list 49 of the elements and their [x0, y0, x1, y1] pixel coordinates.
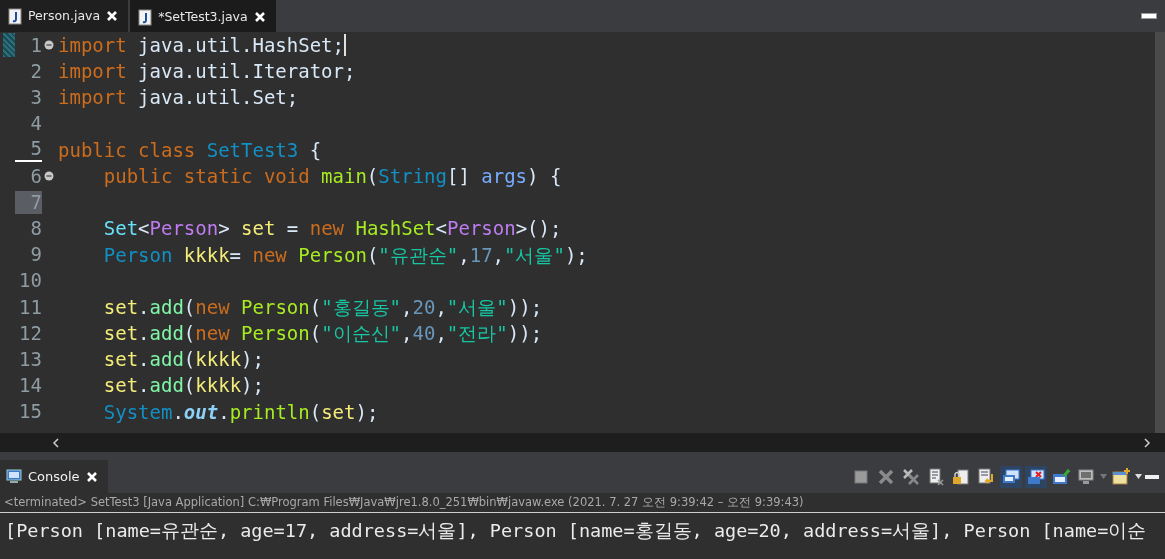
editor-tab[interactable]: *SetTest3.java — [130, 0, 276, 32]
code-line: set.add(kkkk); — [102, 373, 264, 399]
monitor-icon — [6, 469, 22, 484]
line-number: 15 — [18, 400, 42, 424]
line-number: 10 — [18, 269, 42, 293]
line-number: 12 — [18, 321, 42, 345]
code-line: set.add(kkkk); — [102, 347, 264, 373]
java-file-icon — [138, 8, 153, 26]
code-line: import java.util.Iterator; — [58, 59, 356, 85]
close-icon[interactable] — [85, 470, 98, 483]
code-line: import java.util.HashSet; — [58, 33, 344, 58]
vertical-scrollbar[interactable] — [1155, 32, 1165, 433]
code-line: Set<Person> set = new HashSet<Person>(); — [102, 216, 562, 242]
code-line: System.out.println(set); — [102, 399, 379, 425]
line-number: 13 — [18, 347, 42, 371]
editor-tab[interactable]: Person.java — [0, 0, 129, 32]
monitor-button[interactable] — [1000, 465, 1022, 488]
caret-icon[interactable] — [1135, 474, 1142, 479]
line-number: 14 — [18, 374, 42, 397]
line-number: 2 — [29, 59, 42, 83]
close-icon[interactable] — [106, 10, 119, 22]
code-line: import java.util.Set; — [58, 85, 299, 111]
code-line: public static void main(String[] args) { — [102, 163, 562, 189]
horizontal-scrollbar[interactable] — [0, 433, 1165, 460]
close-icon[interactable] — [253, 11, 266, 23]
scroll-left-icon[interactable] — [52, 437, 60, 448]
line-number: 5 — [15, 137, 42, 163]
scroll-right-icon[interactable] — [1143, 437, 1151, 448]
console-header: <terminated> SetTest3 [Java Application] C:₩Program Files₩Java₩jre1.8.0_251₩bin₩javaw.exe (2021. 7. 27 오전 9:39:42 – 오전 9:39:43) — [0, 493, 1165, 514]
collapse-icon[interactable] — [44, 171, 54, 182]
monitor-error-button[interactable] — [1025, 465, 1047, 488]
new-window-button[interactable] — [1110, 465, 1132, 488]
code-line: Person kkkk= new Person("유관순",17,"서울"); — [102, 242, 588, 268]
line-number: 4 — [29, 112, 42, 136]
line-number: 8 — [29, 217, 42, 240]
console-output: [Person [name=유관순, age=17, address=서울], Person [name=홍길동, age=20, address=서울], Person [name=이순 — [4, 519, 1148, 544]
collapse-icon[interactable] — [44, 40, 54, 51]
code-line: public class SetTest3 { — [58, 137, 322, 163]
console-tab[interactable]: Console — [0, 460, 108, 493]
line-number: 6 — [29, 164, 42, 188]
line-number: 11 — [18, 295, 42, 319]
minimize-icon[interactable] — [1145, 474, 1159, 479]
line-number: 9 — [29, 243, 42, 266]
code-line: set.add(new Person("이순신",40,"전라")); — [102, 321, 543, 347]
line-number: 3 — [29, 86, 42, 109]
code-line: set.add(new Person("홍길동",20,"서울")); — [102, 294, 543, 320]
java-file-icon — [8, 7, 22, 25]
line-number: 7 — [15, 190, 42, 214]
line-number: 1 — [29, 33, 42, 57]
